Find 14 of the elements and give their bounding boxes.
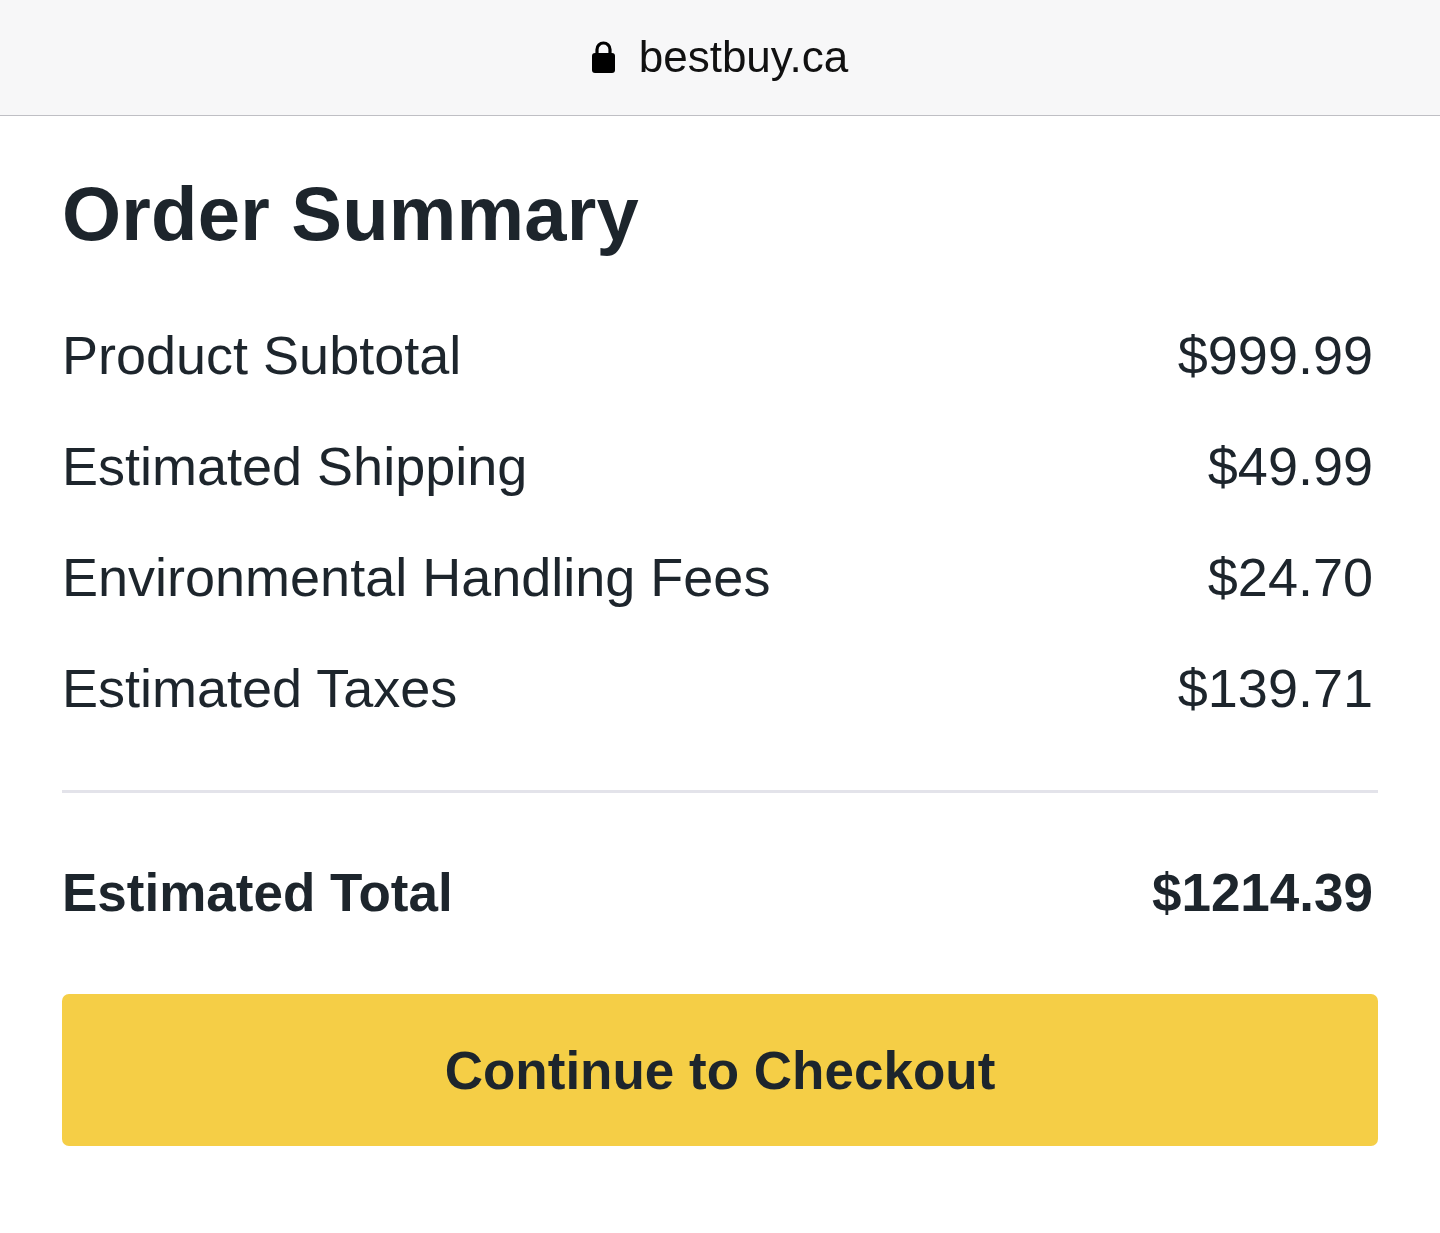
- line-item-amount: $139.71: [1177, 657, 1373, 720]
- line-item-label: Environmental Handling Fees: [62, 546, 771, 609]
- line-item-amount: $49.99: [1207, 435, 1373, 498]
- total-amount: $1214.39: [1151, 863, 1373, 924]
- lock-icon: [591, 40, 615, 73]
- total-label: Estimated Total: [62, 863, 453, 924]
- site-domain[interactable]: bestbuy.ca: [638, 31, 849, 84]
- line-item-label: Product Subtotal: [62, 324, 462, 387]
- line-item-amount: $24.70: [1207, 546, 1373, 609]
- line-item-amount: $999.99: [1177, 324, 1373, 387]
- line-item-label: Estimated Taxes: [62, 657, 458, 720]
- line-item-label: Estimated Shipping: [62, 435, 528, 498]
- page-title: Order Summary: [62, 170, 641, 258]
- checkout-button[interactable]: Continue to Checkout: [62, 994, 1378, 1146]
